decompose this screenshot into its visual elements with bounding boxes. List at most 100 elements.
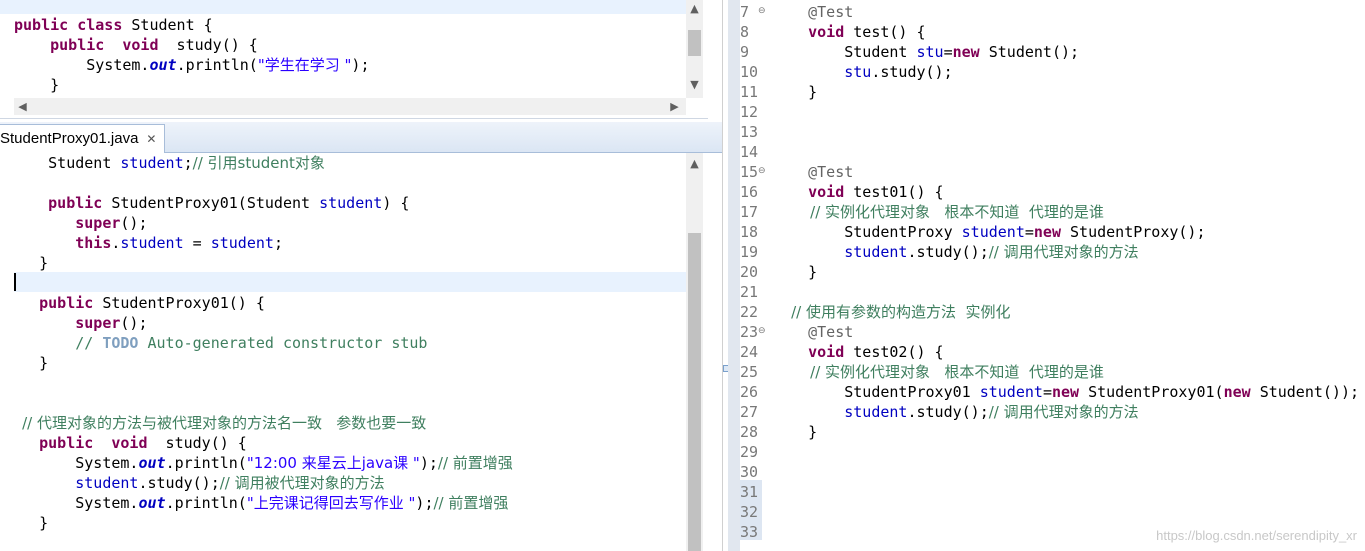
code-token: .println( [176, 56, 258, 74]
code-line[interactable]: this.student = student; [3, 233, 283, 253]
code-token: void [772, 183, 854, 201]
line-number: 12 [740, 103, 759, 121]
scroll-up-icon[interactable]: ▲ [686, 2, 703, 15]
scroll-thumb[interactable] [688, 30, 701, 56]
code-token: stu [772, 63, 872, 81]
scroll-down-icon[interactable]: ▼ [686, 78, 703, 91]
code-line[interactable]: // TODO Auto-generated constructor stub [3, 333, 427, 353]
code-line[interactable]: stu.study(); [772, 62, 952, 82]
code-line[interactable]: } [772, 262, 817, 282]
code-token: new [1033, 223, 1071, 241]
code-line[interactable]: } [3, 353, 48, 373]
code-line[interactable]: // 实例化代理对象 根本不知道 代理的是谁 [772, 362, 1104, 382]
code-token: = [943, 43, 953, 61]
scroll-up-icon[interactable]: ▲ [686, 157, 703, 170]
scroll-right-icon[interactable]: ▶ [666, 100, 683, 113]
top-horizontal-scrollbar[interactable]: ◀ ▶ [14, 98, 686, 115]
close-icon[interactable]: ✕ [146, 125, 156, 153]
proxy-editor-pane[interactable]: StudentProxy01.java ✕ Student student;// … [0, 122, 722, 551]
code-token: // 代理对象的方法与被代理对象的方法名一致 参数也要一致 [3, 414, 427, 432]
code-line[interactable]: StudentProxy student=new StudentProxy(); [772, 222, 1205, 242]
code-line[interactable]: System.out.println("12:00 来星云上java课 ");/… [3, 453, 513, 473]
code-line[interactable]: @Test [772, 322, 853, 342]
code-line[interactable]: super(); [3, 313, 148, 333]
code-line[interactable]: } [3, 253, 48, 273]
scroll-thumb[interactable] [688, 233, 701, 551]
text-cursor [14, 273, 16, 291]
code-line[interactable]: // 实例化代理对象 根本不知道 代理的是谁 [772, 202, 1104, 222]
line-number: 31 [740, 483, 759, 501]
code-token: // 前置增强 [433, 494, 509, 512]
code-line[interactable]: public void study() { [3, 433, 247, 453]
code-line[interactable]: } [772, 82, 817, 102]
code-token: (); [120, 214, 148, 232]
top-vertical-scrollbar[interactable]: ▲ ▼ [686, 0, 703, 98]
code-token: test02() { [853, 343, 944, 361]
code-line[interactable]: public class Student { [14, 15, 213, 35]
code-line[interactable]: @Test [772, 162, 853, 182]
code-token: student [979, 383, 1043, 401]
code-token: // 实例化代理对象 根本不知道 代理的是谁 [772, 203, 1104, 221]
code-line[interactable]: } [772, 422, 817, 442]
code-token: ); [415, 494, 434, 512]
line-number: 19 [740, 243, 759, 261]
line-number: 29 [740, 443, 759, 461]
code-token: StudentProxy01() { [102, 294, 265, 312]
code-line[interactable]: public StudentProxy01() { [3, 293, 265, 313]
code-line[interactable]: public void study() { [14, 35, 258, 55]
line-number: 22 [740, 303, 759, 321]
code-line[interactable]: System.out.println("学生在学习 "); [14, 55, 369, 75]
code-line[interactable]: System.out.println("上完课记得回去写作业 ");// 前置增… [3, 493, 508, 513]
code-token: StudentProxy01 [772, 383, 980, 401]
line-number: 30 [740, 463, 759, 481]
code-token: "上完课记得回去写作业 " [246, 494, 416, 512]
code-line[interactable]: student.study();// 调用代理对象的方法 [772, 242, 1138, 262]
tab-studentproxy01[interactable]: StudentProxy01.java ✕ [0, 124, 166, 153]
code-token: ; [183, 154, 193, 172]
line-number: 17 [740, 203, 759, 221]
bottom-vertical-scrollbar[interactable]: ▲ [686, 153, 703, 551]
code-token: (); [120, 314, 148, 332]
code-line[interactable]: void test02() { [772, 342, 944, 362]
code-token: void [772, 23, 854, 41]
code-line[interactable]: } [3, 513, 48, 533]
code-token: System. [14, 56, 150, 74]
code-token: @Test [772, 3, 854, 21]
code-token: this [3, 234, 112, 252]
line-number: 13 [740, 123, 759, 141]
student-editor-pane[interactable]: public class Student { public void study… [0, 0, 708, 119]
code-line[interactable]: // 使用有参数的构造方法 实例化 [772, 302, 1010, 322]
code-line[interactable]: void test() { [772, 22, 925, 42]
fold-toggle-icon[interactable]: ⊖ [758, 6, 766, 16]
code-line[interactable]: // 代理对象的方法与被代理对象的方法名一致 参数也要一致 [3, 413, 426, 433]
code-token: Student(); [988, 43, 1080, 61]
code-token: student [210, 234, 274, 252]
code-token: new [952, 43, 989, 61]
code-line[interactable]: @Test [772, 2, 853, 22]
code-line[interactable]: super(); [3, 213, 148, 233]
code-line[interactable]: student.study();// 调用被代理对象的方法 [3, 473, 385, 493]
code-line[interactable]: } [14, 75, 59, 95]
code-token: = [1042, 383, 1052, 401]
code-line[interactable]: student.study();// 调用代理对象的方法 [772, 402, 1139, 422]
code-line[interactable]: StudentProxy01 student=new StudentProxy0… [772, 382, 1359, 402]
code-line[interactable]: void test01() { [772, 182, 943, 202]
code-token: ); [351, 56, 370, 74]
current-line-highlight [0, 0, 686, 14]
fold-toggle-icon[interactable]: ⊖ [758, 166, 766, 176]
code-line[interactable]: public StudentProxy01(Student student) { [3, 193, 409, 213]
code-token: ; [273, 234, 283, 252]
code-line[interactable]: Student student;// 引用student对象 [3, 153, 325, 173]
code-token: // 调用被代理对象的方法 [219, 474, 385, 492]
code-token: Auto-generated constructor stub [138, 334, 428, 352]
code-token: Student { [131, 16, 213, 34]
code-token: // 调用代理对象的方法 [988, 403, 1139, 421]
code-token: @Test [772, 163, 854, 181]
fold-toggle-icon[interactable]: ⊖ [758, 326, 766, 336]
code-token: student [772, 403, 908, 421]
scroll-left-icon[interactable]: ◀ [14, 100, 31, 113]
code-token: // [3, 334, 103, 352]
code-line[interactable]: Student stu=new Student(); [772, 42, 1079, 62]
code-token: student [319, 194, 383, 212]
code-token: Student()); [1259, 383, 1360, 401]
